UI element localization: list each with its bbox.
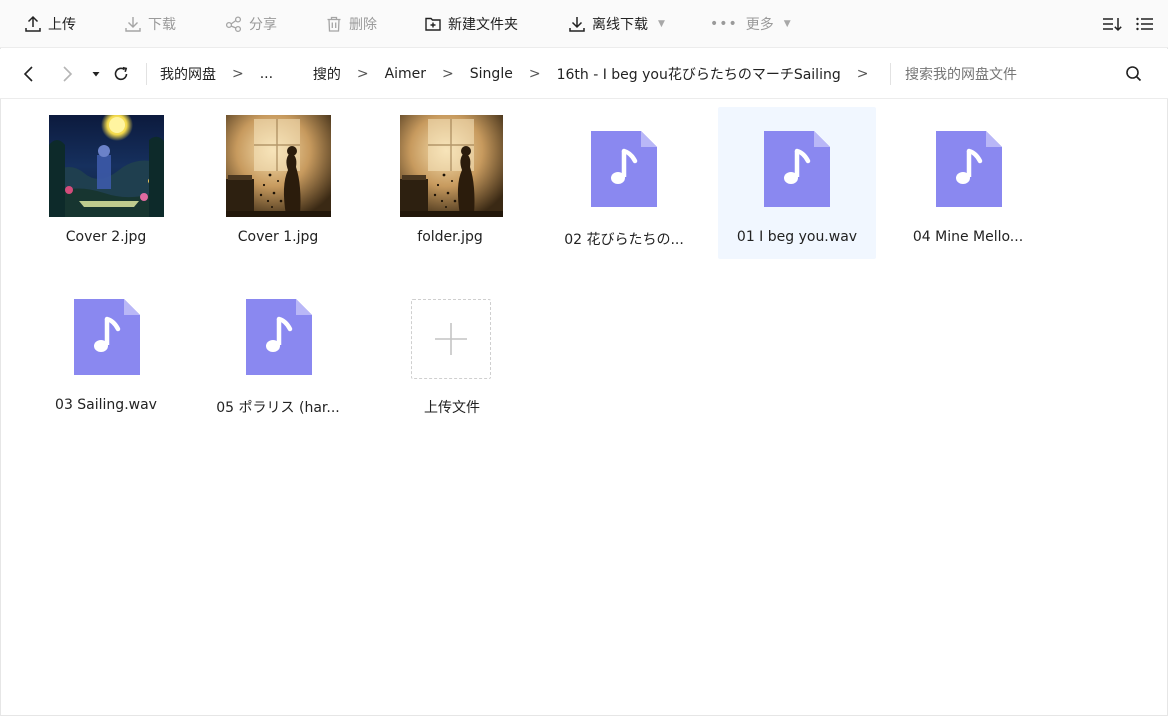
breadcrumb-separator: > bbox=[442, 66, 454, 82]
more-label: 更多 bbox=[745, 17, 774, 33]
refresh-icon bbox=[114, 66, 128, 81]
trash-icon bbox=[327, 16, 341, 32]
delete-label: 删除 bbox=[349, 17, 377, 33]
sort-icon bbox=[1103, 18, 1122, 32]
caret-down-icon: ▼ bbox=[783, 19, 791, 29]
image-thumbnail bbox=[400, 115, 503, 217]
breadcrumb-separator: > bbox=[356, 66, 369, 82]
file-name: Cover 2.jpg bbox=[65, 229, 147, 245]
list-view-button[interactable] bbox=[1135, 0, 1155, 48]
new-folder-label: 新建文件夹 bbox=[448, 17, 518, 33]
breadcrumb-item[interactable]: Single bbox=[470, 66, 513, 82]
share-label: 分享 bbox=[249, 17, 277, 33]
music-file-icon bbox=[591, 131, 657, 207]
file-item-audio-01[interactable]: 01 I beg you.wav bbox=[718, 107, 876, 259]
forward-button[interactable] bbox=[60, 49, 74, 99]
chevron-left-icon bbox=[23, 66, 33, 82]
breadcrumb: 我的网盘 > ... > 搜的 > Aimer > Single > 16th … bbox=[160, 49, 884, 99]
breadcrumb-item-current[interactable]: 16th - I beg you花びらたちのマーチSailing bbox=[557, 64, 841, 84]
chevron-right-icon bbox=[63, 66, 73, 82]
music-file-icon bbox=[246, 299, 312, 375]
offline-download-icon bbox=[569, 17, 585, 32]
search-icon[interactable] bbox=[1124, 64, 1144, 84]
download-button[interactable]: 下载 bbox=[124, 0, 176, 48]
search-input[interactable] bbox=[905, 61, 1115, 87]
delete-button[interactable]: 删除 bbox=[325, 0, 377, 48]
upload-button[interactable]: 上传 bbox=[24, 0, 76, 48]
list-view-icon bbox=[1136, 17, 1153, 31]
breadcrumb-item[interactable]: Aimer bbox=[385, 66, 426, 82]
more-button[interactable]: ••• 更多 ▼ bbox=[710, 0, 791, 48]
file-item-cover-2[interactable]: Cover 2.jpg bbox=[27, 107, 185, 259]
divider bbox=[146, 63, 147, 85]
file-item-audio-02[interactable]: 02 花びらたちの... bbox=[545, 107, 703, 259]
divider bbox=[890, 63, 891, 85]
file-item-audio-03[interactable]: 03 Sailing.wav bbox=[27, 275, 185, 427]
music-file-icon bbox=[764, 131, 830, 207]
toolbar: 上传 下载 分享 删除 新建文件夹 离线下载 ▼ ••• 更多 ▼ bbox=[0, 0, 1168, 48]
download-label: 下载 bbox=[148, 17, 176, 33]
music-file-icon bbox=[74, 299, 140, 375]
offline-download-label: 离线下载 bbox=[592, 17, 648, 33]
file-item-cover-1[interactable]: Cover 1.jpg bbox=[199, 107, 357, 259]
offline-download-button[interactable]: 离线下载 ▼ bbox=[568, 0, 665, 48]
file-item-audio-04[interactable]: 04 Mine Mello... bbox=[889, 107, 1047, 259]
breadcrumb-root[interactable]: 我的网盘 bbox=[160, 64, 216, 84]
plus-icon bbox=[435, 323, 467, 355]
file-name: 03 Sailing.wav bbox=[55, 397, 157, 413]
breadcrumb-separator: > bbox=[856, 66, 869, 82]
file-name: 04 Mine Mello... bbox=[912, 229, 1024, 245]
breadcrumb-separator: > bbox=[528, 66, 541, 82]
music-file-icon bbox=[936, 131, 1002, 207]
breadcrumb-item[interactable]: 搜的 bbox=[313, 64, 341, 84]
breadcrumb-ellipsis[interactable]: ... bbox=[260, 66, 273, 82]
file-name: 05 ポラリス (har... bbox=[216, 400, 340, 416]
breadcrumb-separator: > bbox=[232, 66, 244, 82]
share-button[interactable]: 分享 bbox=[225, 0, 277, 48]
file-name: 01 I beg you.wav bbox=[736, 229, 858, 245]
file-name: Cover 1.jpg bbox=[237, 229, 319, 245]
history-dropdown[interactable] bbox=[91, 49, 101, 99]
upload-label: 上传 bbox=[48, 17, 76, 33]
upload-file-tile[interactable]: 上传文件 bbox=[373, 275, 531, 427]
upload-tile-label: 上传文件 bbox=[424, 400, 480, 416]
caret-down-icon: ▼ bbox=[658, 19, 665, 29]
refresh-button[interactable] bbox=[112, 49, 130, 99]
file-item-folder-jpg[interactable]: folder.jpg bbox=[371, 107, 529, 259]
address-bar: 我的网盘 > ... > 搜的 > Aimer > Single > 16th … bbox=[0, 49, 1168, 99]
more-dots-icon: ••• bbox=[710, 16, 738, 32]
image-thumbnail bbox=[226, 115, 331, 217]
sort-button[interactable] bbox=[1102, 0, 1124, 48]
upload-dropzone[interactable] bbox=[411, 299, 491, 379]
file-item-audio-05[interactable]: 05 ポラリス (har... bbox=[199, 275, 357, 427]
back-button[interactable] bbox=[22, 49, 36, 99]
share-icon bbox=[225, 16, 242, 33]
file-name: 02 花びらたちの... bbox=[564, 232, 684, 248]
new-folder-button[interactable]: 新建文件夹 bbox=[424, 0, 518, 48]
image-thumbnail bbox=[49, 115, 164, 217]
file-name: folder.jpg bbox=[417, 229, 483, 245]
caret-down-icon bbox=[92, 72, 100, 77]
download-icon bbox=[125, 17, 141, 32]
new-folder-icon bbox=[425, 17, 441, 31]
upload-icon bbox=[25, 15, 41, 32]
